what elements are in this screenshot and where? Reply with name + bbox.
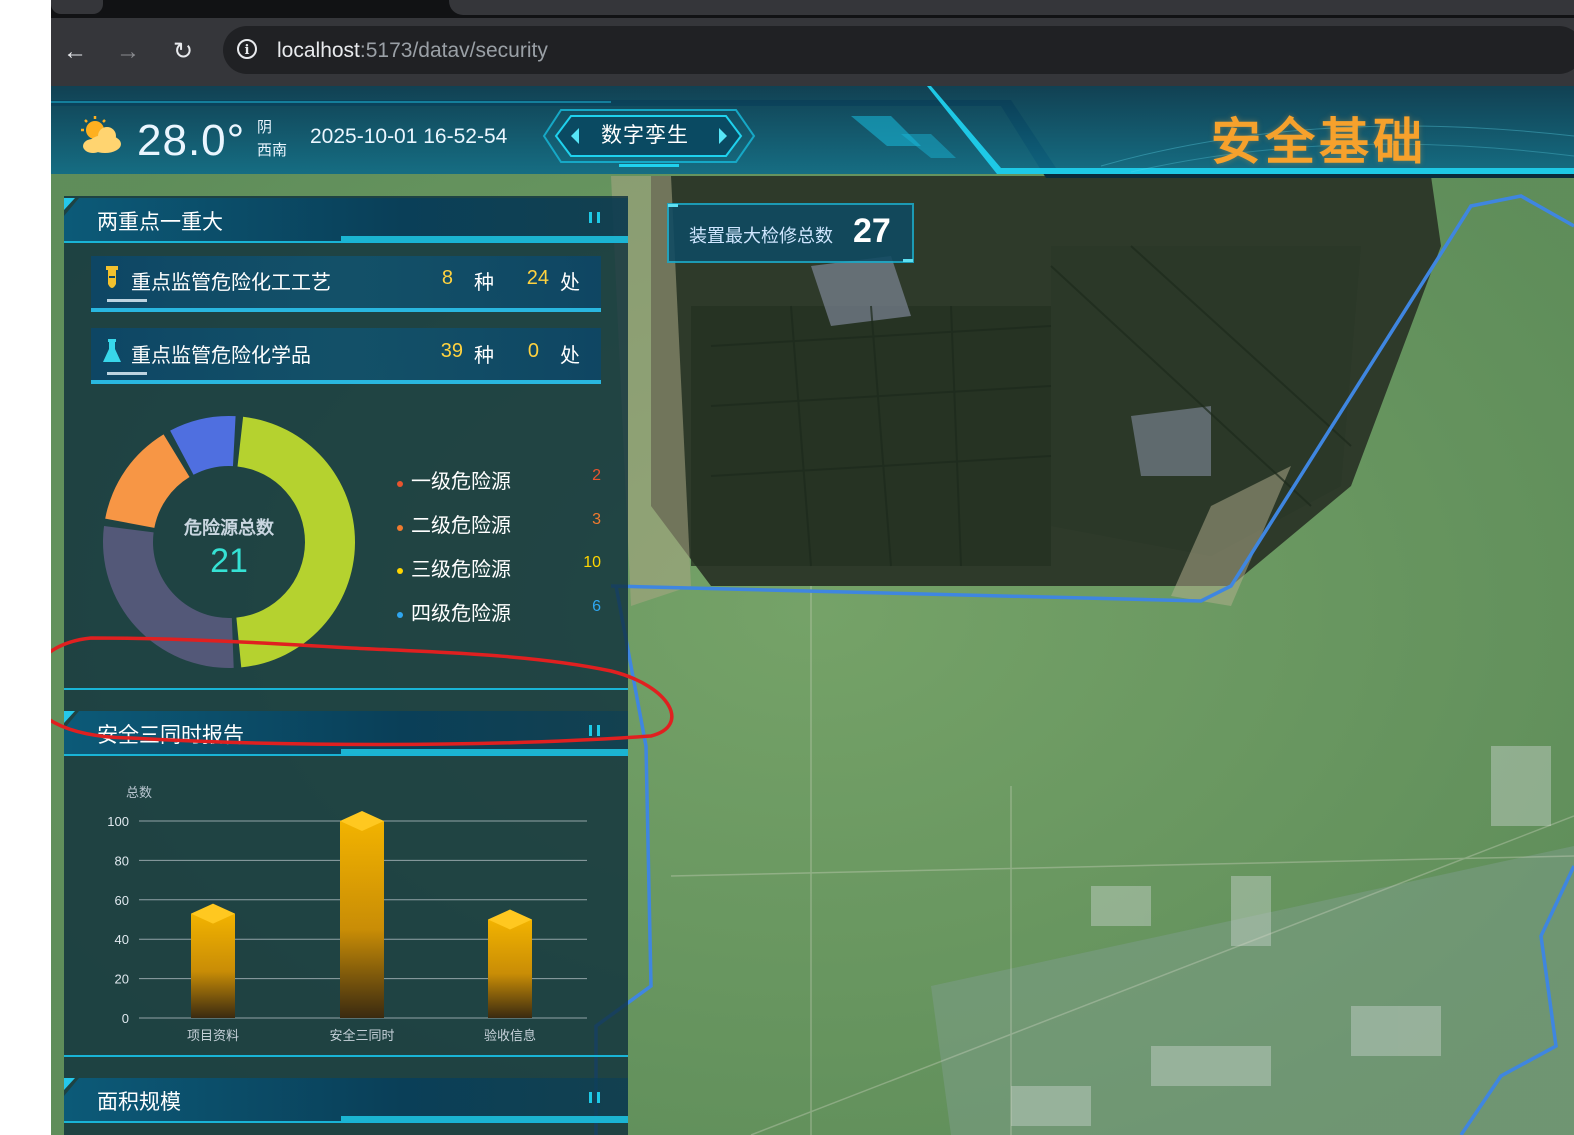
legend-dot <box>397 568 403 574</box>
panel-title-safety-report[interactable]: 安全三同时报告 <box>97 719 244 749</box>
legend-value: 2 <box>592 467 601 484</box>
digital-twin-button[interactable]: 数字孪生 <box>563 116 727 156</box>
forward-arrow-icon[interactable]: → <box>114 38 142 66</box>
legend-dot <box>397 612 403 618</box>
y-axis-label: 总数 <box>126 785 152 800</box>
donut-center-value: 21 <box>210 542 248 580</box>
process-type-count: 8 <box>441 267 453 289</box>
stat-label: 装置最大检修总数 <box>689 226 833 246</box>
bar <box>488 919 532 1018</box>
x-tick-label: 验收信息 <box>484 1028 536 1043</box>
page-title: 安全基础 <box>1211 114 1427 170</box>
unit-kind: 种 <box>474 272 494 294</box>
unit-place: 处 <box>560 272 580 294</box>
panel-title-two-key-one-major[interactable]: 两重点一重大 <box>97 206 223 236</box>
legend-label: 三级危险源 <box>411 559 511 581</box>
chemical-site-count: 0 <box>527 340 539 362</box>
address-bar[interactable]: i localhost:5173/datav/security <box>223 26 1574 74</box>
y-tick-label: 80 <box>115 853 129 868</box>
tab[interactable] <box>449 0 1574 15</box>
legend-dot <box>397 481 403 487</box>
back-arrow-icon[interactable]: ← <box>61 38 89 66</box>
unit-kind: 种 <box>474 345 494 367</box>
x-tick-label: 项目资料 <box>187 1028 239 1043</box>
legend-value: 6 <box>592 598 601 615</box>
chemical-type-count: 39 <box>440 340 463 362</box>
current-datetime: 2025-10-01 16-52-54 <box>310 125 508 148</box>
weather-condition: 阴 <box>257 119 273 136</box>
y-tick-label: 100 <box>107 814 129 829</box>
unit-place: 处 <box>560 345 580 367</box>
url-text[interactable]: localhost:5173/datav/security <box>277 39 548 63</box>
donut-center-label: 危险源总数 <box>184 518 274 538</box>
legend-value: 10 <box>583 554 601 571</box>
legend-label: 二级危险源 <box>411 515 511 537</box>
x-tick-label: 安全三同时 <box>329 1028 394 1043</box>
wind-direction: 西南 <box>257 142 288 159</box>
partly-cloudy-sun-icon <box>81 116 121 153</box>
stat-value: 27 <box>853 212 891 250</box>
bar <box>340 821 384 1018</box>
tab-strip <box>51 0 1574 18</box>
row-label: 重点监管危险化工工艺 <box>131 272 331 294</box>
temperature: 28.0° <box>137 116 246 165</box>
legend-dot <box>397 525 403 531</box>
legend-label: 一级危险源 <box>411 471 511 493</box>
y-tick-label: 40 <box>115 932 129 947</box>
y-tick-label: 60 <box>115 893 129 908</box>
browser-window: ← → ↻ i localhost:5173/datav/security 总数… <box>51 0 1574 1135</box>
bar <box>191 913 235 1018</box>
reload-icon[interactable]: ↻ <box>169 38 197 66</box>
browser-toolbar: ← → ↻ i localhost:5173/datav/security <box>51 18 1574 86</box>
legend-value: 3 <box>592 511 601 528</box>
weather-info: 阴 西南 <box>257 116 287 162</box>
row-label: 重点监管危险化学品 <box>131 345 311 367</box>
tab[interactable] <box>51 0 103 14</box>
panel-title-area-scale[interactable]: 面积规模 <box>97 1086 181 1116</box>
y-tick-label: 0 <box>122 1011 129 1026</box>
process-site-count: 24 <box>526 267 549 289</box>
security-dashboard: 总数 0 20 40 60 80 100 项目资料 安全三同时 验收信息 28.0° 阴 西南 2… <box>51 86 1574 1135</box>
site-info-icon[interactable]: i <box>237 39 257 59</box>
legend-label: 四级危险源 <box>411 603 511 625</box>
y-tick-label: 20 <box>115 972 129 987</box>
